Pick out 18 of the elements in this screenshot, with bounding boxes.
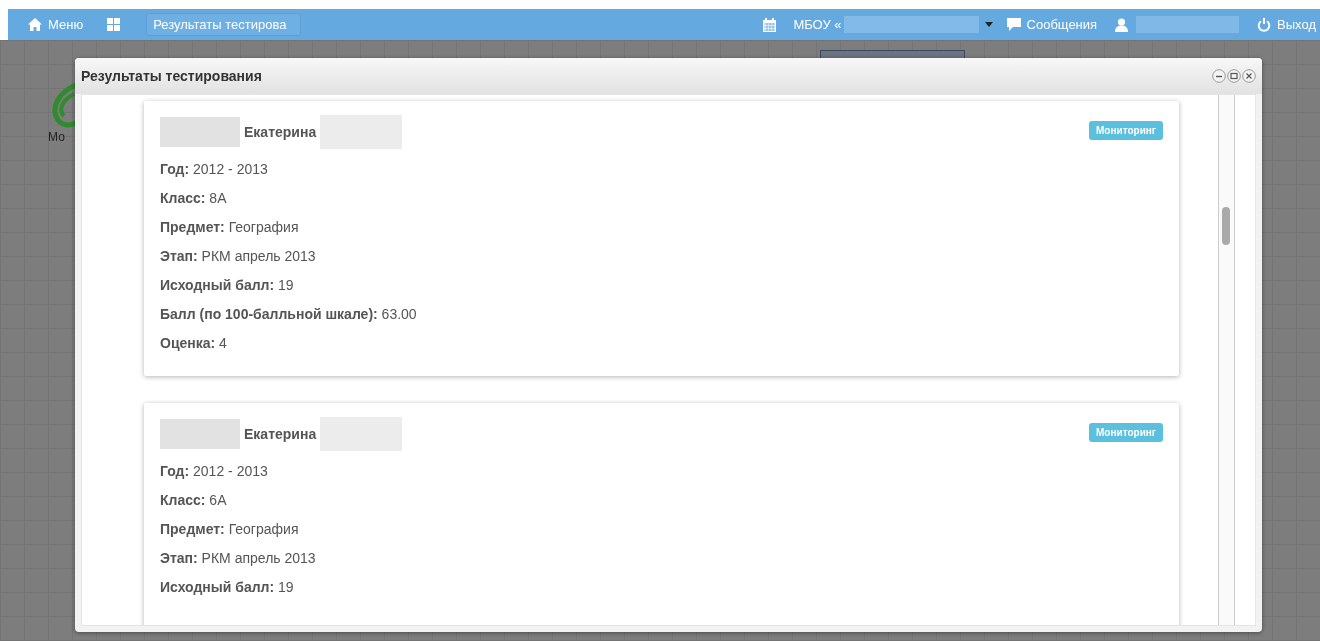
- field-row-text: Этап: РКМ апрель 2013: [160, 549, 317, 568]
- dialog-title: Результаты тестирования: [81, 68, 262, 84]
- desktop-icon-label: Мо: [48, 130, 65, 144]
- field-row-text: Год: 2012 - 2013: [160, 462, 269, 481]
- field-row-text: Исходный балл: 19: [160, 578, 295, 597]
- monitoring-badge: Мониторинг: [1089, 121, 1163, 140]
- field-row-text: Предмет: География: [160, 218, 300, 237]
- student-name: Екатерина: [244, 124, 317, 140]
- field-row-text: Этап: РКМ апрель 2013: [160, 247, 317, 266]
- field-row-text: Класс: 6А: [160, 491, 228, 510]
- field-row-text: Предмет: География: [160, 520, 300, 539]
- field-row-text: Оценка: 4: [160, 334, 228, 353]
- monitoring-badge: Мониторинг: [1089, 423, 1163, 442]
- field-row-text: Исходный балл: 19: [160, 276, 295, 295]
- student-name: Екатерина: [244, 426, 317, 442]
- field-row-text: Год: 2012 - 2013: [160, 160, 269, 179]
- field-row-text: Балл (по 100-балльной шкале): 63.00: [160, 305, 418, 324]
- field-row-text: Класс: 8А: [160, 189, 228, 208]
